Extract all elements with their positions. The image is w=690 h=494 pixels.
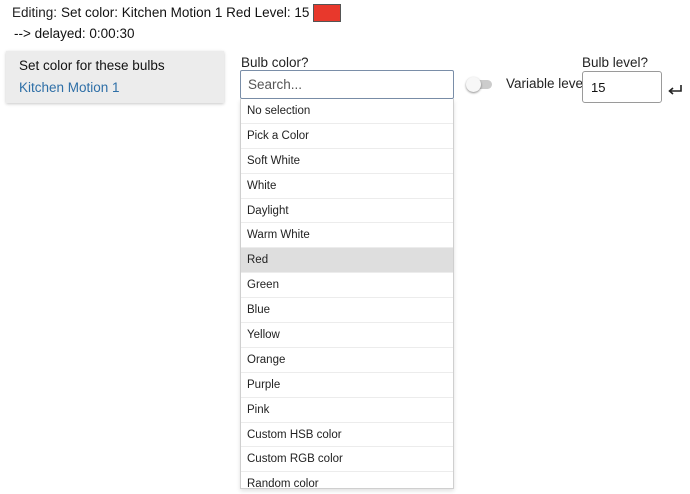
color-option[interactable]: Custom HSB color [241, 423, 453, 448]
editing-description: Set color: Kitchen Motion 1 Red Level: 1… [61, 5, 310, 20]
bulb-color-search-input[interactable] [240, 70, 454, 99]
color-option[interactable]: Pink [241, 398, 453, 423]
bulbs-card-title: Set color for these bulbs [19, 58, 165, 73]
color-option[interactable]: White [241, 174, 453, 199]
editing-summary: Editing: Set color: Kitchen Motion 1 Red… [12, 4, 342, 22]
color-option[interactable]: Green [241, 273, 453, 299]
color-option[interactable]: Blue [241, 298, 453, 324]
color-option[interactable]: Custom RGB color [241, 447, 453, 473]
bulb-level-input[interactable] [582, 71, 662, 103]
toggle-knob [466, 77, 481, 92]
color-option[interactable]: Daylight [241, 199, 453, 224]
color-option[interactable]: Purple [241, 373, 453, 398]
color-option[interactable]: Red [241, 248, 453, 274]
color-option[interactable]: Orange [241, 348, 453, 373]
editing-prefix: Editing: [12, 5, 58, 20]
enter-return-icon[interactable] [667, 84, 683, 96]
color-option[interactable]: Pick a Color [241, 124, 453, 149]
color-option[interactable]: Random color [241, 472, 453, 488]
delay-text: --> delayed: 0:00:30 [14, 26, 135, 41]
variable-level-toggle[interactable] [466, 77, 494, 92]
color-swatch [313, 4, 342, 22]
bulb-color-dropdown[interactable]: No selection Pick a Color Soft White White D… [240, 99, 454, 489]
color-option[interactable]: Yellow [241, 323, 453, 348]
variable-level-label: Variable level? [506, 76, 594, 91]
color-option[interactable]: Warm White [241, 223, 453, 249]
bulbs-card: Set color for these bulbs Kitchen Motion… [6, 51, 224, 103]
editing-header: Editing: Set color: Kitchen Motion 1 Red… [12, 4, 342, 43]
bulb-device-link[interactable]: Kitchen Motion 1 [19, 80, 211, 96]
color-option[interactable]: Soft White [241, 149, 453, 174]
bulb-color-label: Bulb color? [241, 55, 309, 70]
color-option[interactable]: No selection [241, 99, 453, 124]
bulb-level-label: Bulb level? [582, 55, 649, 70]
